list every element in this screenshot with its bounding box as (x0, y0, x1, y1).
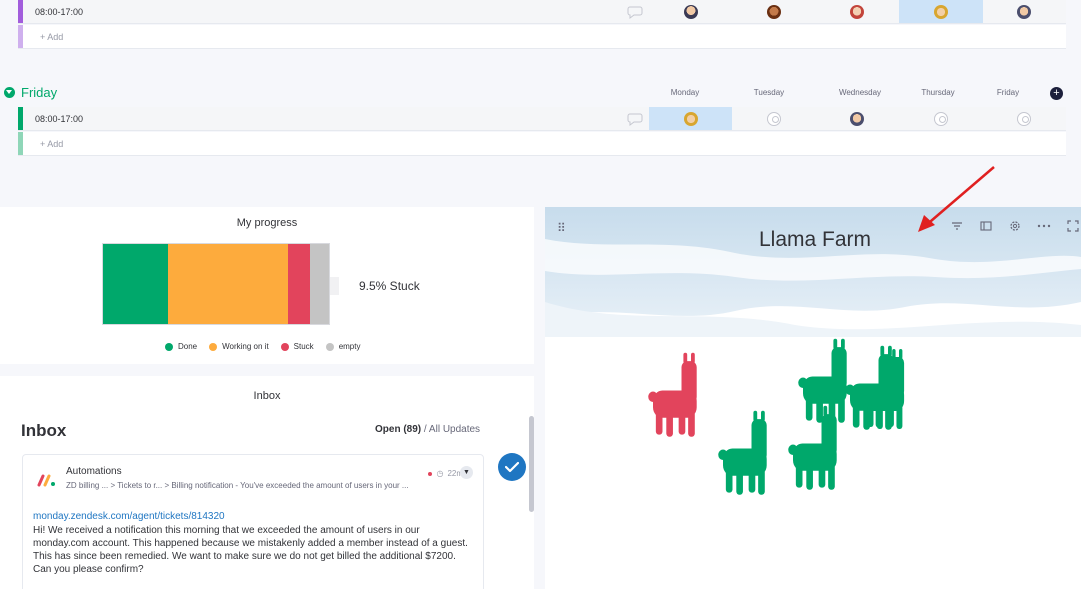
legend-label: Stuck (293, 342, 314, 351)
add-item-row[interactable]: + Add (18, 25, 1066, 49)
avatar (683, 4, 698, 19)
legend-dot (325, 342, 334, 351)
progress-legend: Done Working on it Stuck empty (165, 342, 360, 351)
add-column-button[interactable]: + (1050, 87, 1063, 100)
column-header-monday[interactable]: Monday (643, 88, 727, 97)
progress-segment-working-on-it (167, 244, 289, 324)
avatar (933, 4, 948, 19)
sender-name[interactable]: Automations (66, 466, 122, 477)
empty-person-icon (1017, 111, 1032, 126)
avatar (1017, 4, 1032, 19)
clock-icon: ◷ (436, 469, 444, 478)
group-title[interactable]: Friday (4, 85, 57, 100)
legend-item: empty (325, 342, 361, 351)
inbox-update-card[interactable]: Automations ZD billing ... > Tickets to … (22, 454, 484, 589)
row-time: 08:00-17:00 (34, 113, 84, 124)
legend-dot (165, 342, 173, 351)
updates-icon[interactable] (621, 5, 649, 19)
avatar (850, 111, 865, 126)
widget-title: Inbox (253, 390, 281, 402)
inbox-widget: Inbox Inbox Open (89) / All Updates Auto… (0, 376, 534, 589)
schedule-row[interactable]: 08:00-17:00 (18, 0, 1066, 24)
group-color-bar (18, 0, 23, 23)
schedule-row[interactable]: 08:00-17:00 (18, 107, 1066, 131)
inbox-heading: Inbox (21, 421, 67, 440)
avatar (766, 4, 781, 19)
avatar (850, 4, 865, 19)
tab-open[interactable]: Open (89) (375, 424, 421, 435)
update-breadcrumb[interactable]: ZD billing ... > Tickets to r... > Billi… (66, 481, 466, 490)
tab-separator: / (421, 424, 429, 435)
legend-dot (280, 342, 289, 351)
stuck-indicator: 9.5% Stuck (330, 277, 420, 295)
person-cell-tuesday[interactable] (732, 107, 815, 130)
person-cell-wednesday[interactable] (816, 107, 899, 130)
inbox-filter-tabs: Open (89) / All Updates (375, 424, 480, 435)
person-cell-wednesday[interactable] (816, 0, 899, 23)
progress-segment-empty (309, 244, 329, 324)
more-icon[interactable] (1035, 219, 1052, 233)
row-time: 08:00-17:00 (34, 6, 84, 17)
person-cell-thursday[interactable] (899, 0, 983, 23)
group-color-bar (18, 132, 23, 155)
legend-item: Done (165, 342, 197, 351)
progress-segment-stuck (288, 244, 310, 324)
progress-segment-done (103, 244, 168, 324)
person-cell-friday[interactable] (983, 107, 1066, 130)
legend-label: Working on it (222, 342, 269, 351)
stuck-percentage: 9.5% Stuck (359, 279, 420, 293)
legend-label: Done (178, 342, 198, 351)
person-cell-monday[interactable] (649, 0, 732, 23)
llama-farm-widget: ⠿ Llama Farm (545, 207, 1081, 589)
snowy-landscape (545, 207, 1081, 589)
group-title-text: Friday (21, 85, 58, 100)
legend-dot (209, 342, 218, 351)
person-cell-thursday[interactable] (899, 107, 982, 130)
add-item-label: + Add (40, 31, 64, 42)
column-header-friday[interactable]: Friday (966, 88, 1050, 97)
inbox-scrollbar[interactable] (529, 416, 534, 512)
empty-person-icon (933, 111, 948, 126)
add-item-row[interactable]: + Add (18, 132, 1066, 156)
avatar (683, 111, 698, 126)
indicator-tick (330, 277, 339, 295)
friday-group-header: Friday Monday Tuesday Wednesday Thursday… (0, 84, 1081, 104)
collapse-icon[interactable] (4, 87, 15, 98)
legend-item: Stuck (280, 342, 314, 351)
ticket-link[interactable]: monday.zendesk.com/agent/tickets/814320 (33, 511, 225, 522)
widget-title: My progress (236, 217, 298, 229)
legend-label: empty (338, 342, 361, 351)
update-meta: ◷ 22m (428, 469, 463, 478)
empty-person-icon (766, 111, 781, 126)
chevron-down-icon[interactable]: ▼ (460, 466, 473, 479)
legend-item: Working on it (209, 342, 269, 351)
gear-icon[interactable] (1006, 219, 1023, 233)
add-item-label: + Add (40, 138, 64, 149)
tab-all-updates[interactable]: All Updates (429, 424, 480, 435)
person-cell-friday[interactable] (983, 0, 1066, 23)
fullscreen-icon[interactable] (1064, 219, 1081, 233)
unread-dot (428, 471, 433, 476)
red-arrow-annotation (918, 166, 995, 232)
mark-as-read-button[interactable] (498, 453, 526, 481)
progress-bar (102, 243, 330, 325)
group-color-bar (18, 107, 23, 130)
update-body: Hi! We received a notification this morn… (33, 525, 468, 575)
person-cell-tuesday[interactable] (732, 0, 815, 23)
check-icon (505, 461, 519, 473)
group-color-bar (18, 25, 23, 48)
column-header-wednesday[interactable]: Wednesday (818, 88, 902, 97)
updates-icon[interactable] (621, 112, 649, 126)
monday-logo-icon (37, 474, 55, 487)
column-header-tuesday[interactable]: Tuesday (727, 88, 811, 97)
person-cell-monday[interactable] (648, 107, 733, 130)
